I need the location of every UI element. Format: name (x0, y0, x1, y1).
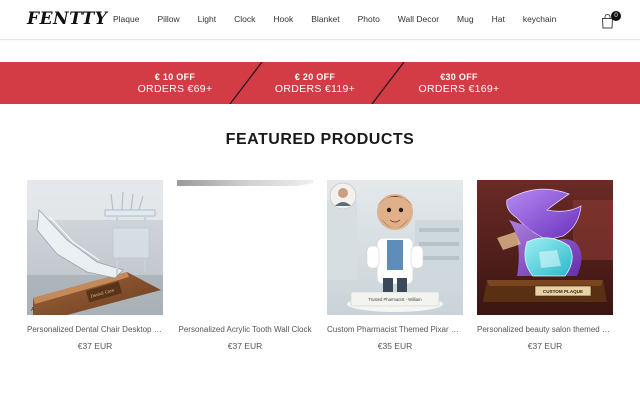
product-price: €37 EUR (227, 341, 263, 351)
nav-item-photo[interactable]: Photo (358, 14, 380, 24)
promo-offer-amount: € 10 OFF (154, 72, 196, 82)
product-price: €37 EUR (527, 341, 563, 351)
cart-button[interactable]: 0 (601, 11, 621, 32)
ornament-plaque-text: CUSTOM PLAQUE (543, 289, 583, 294)
main-nav: Plaque Pillow Light Clock Hook Blanket P… (113, 14, 574, 24)
nav-item-wall-decor[interactable]: Wall Decor (398, 14, 439, 24)
promo-offer-threshold: ORDERS €69+ (137, 83, 213, 95)
product-image[interactable]: Dental Care A (27, 180, 163, 315)
promo-offer-amount: € 20 OFF (294, 72, 336, 82)
promo-offer-2[interactable]: € 20 OFF ORDERS €119+ (255, 71, 375, 96)
product-title[interactable]: Personalized Dental Chair Desktop Crysta… (27, 325, 163, 334)
promo-offer-threshold: ORDERS €119+ (274, 83, 356, 95)
nav-item-hook[interactable]: Hook (273, 14, 293, 24)
site-header: FENTTY Plaque Pillow Light Clock Hook Bl… (0, 0, 640, 40)
product-image[interactable] (177, 180, 313, 315)
product-title[interactable]: Personalized beauty salon themed crystal… (477, 325, 613, 334)
nav-item-hat[interactable]: Hat (492, 14, 505, 24)
product-card[interactable]: Personalized Acrylic Tooth Wall Clock €3… (177, 180, 313, 351)
product-title[interactable]: Personalized Acrylic Tooth Wall Clock (177, 325, 313, 334)
promo-offer-1[interactable]: € 10 OFF ORDERS €69+ (115, 71, 235, 96)
nav-item-light[interactable]: Light (198, 14, 216, 24)
brand-logo[interactable]: FENTTY (27, 9, 107, 29)
product-title[interactable]: Custom Pharmacist Themed Pixar Figure (327, 325, 463, 334)
product-price: €35 EUR (377, 341, 413, 351)
nav-item-clock[interactable]: Clock (234, 14, 255, 24)
nav-item-pillow[interactable]: Pillow (157, 14, 179, 24)
promo-banner: € 10 OFF ORDERS €69+ € 20 OFF ORDERS €11… (0, 62, 640, 104)
promo-offer-threshold: ORDERS €169+ (418, 83, 500, 95)
nav-item-mug[interactable]: Mug (457, 14, 474, 24)
figure-plaque-text: Trusted Pharmacist - William (368, 297, 422, 302)
nav-item-blanket[interactable]: Blanket (311, 14, 339, 24)
product-card[interactable]: Dental Care A Personalized Dental Chair … (27, 180, 163, 351)
nav-item-plaque[interactable]: Plaque (113, 14, 139, 24)
product-price: €37 EUR (77, 341, 113, 351)
product-card[interactable]: Trusted Pharmacist - William Custom Phar… (327, 180, 463, 351)
product-image[interactable]: Trusted Pharmacist - William (327, 180, 463, 315)
section-title: FEATURED PRODUCTS (225, 131, 415, 148)
product-image[interactable]: CUSTOM PLAQUE (477, 180, 613, 315)
nav-item-keychain[interactable]: keychain (523, 14, 557, 24)
promo-offer-3[interactable]: €30 OFF ORDERS €169+ (399, 71, 519, 96)
promo-offer-amount: €30 OFF (440, 72, 478, 82)
cart-count-badge: 0 (611, 11, 621, 21)
product-card[interactable]: CUSTOM PLAQUE Personalized beauty salon … (477, 180, 613, 351)
